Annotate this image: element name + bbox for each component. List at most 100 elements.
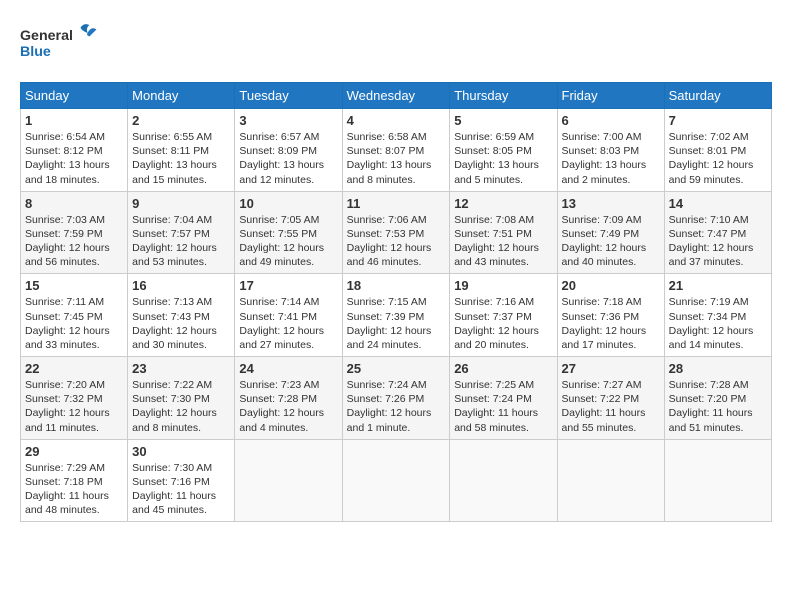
calendar-cell: 16 Sunrise: 7:13 AM Sunset: 7:43 PM Dayl… bbox=[128, 274, 235, 357]
calendar-cell: 2 Sunrise: 6:55 AM Sunset: 8:11 PM Dayli… bbox=[128, 109, 235, 192]
day-info: Sunrise: 7:28 AM Sunset: 7:20 PM Dayligh… bbox=[669, 378, 767, 435]
calendar-body: 1 Sunrise: 6:54 AM Sunset: 8:12 PM Dayli… bbox=[21, 109, 772, 522]
calendar-cell: 28 Sunrise: 7:28 AM Sunset: 7:20 PM Dayl… bbox=[664, 357, 771, 440]
header-thursday: Thursday bbox=[450, 83, 557, 109]
calendar-cell: 9 Sunrise: 7:04 AM Sunset: 7:57 PM Dayli… bbox=[128, 191, 235, 274]
calendar-week-row: 22 Sunrise: 7:20 AM Sunset: 7:32 PM Dayl… bbox=[21, 357, 772, 440]
day-info: Sunrise: 7:23 AM Sunset: 7:28 PM Dayligh… bbox=[239, 378, 337, 435]
day-number: 25 bbox=[347, 361, 446, 376]
day-number: 12 bbox=[454, 196, 552, 211]
day-number: 21 bbox=[669, 278, 767, 293]
day-number: 1 bbox=[25, 113, 123, 128]
day-number: 27 bbox=[562, 361, 660, 376]
day-number: 19 bbox=[454, 278, 552, 293]
calendar-cell: 4 Sunrise: 6:58 AM Sunset: 8:07 PM Dayli… bbox=[342, 109, 450, 192]
day-info: Sunrise: 7:03 AM Sunset: 7:59 PM Dayligh… bbox=[25, 213, 123, 270]
day-info: Sunrise: 7:22 AM Sunset: 7:30 PM Dayligh… bbox=[132, 378, 230, 435]
logo-svg: General Blue bbox=[20, 20, 100, 70]
calendar-cell: 19 Sunrise: 7:16 AM Sunset: 7:37 PM Dayl… bbox=[450, 274, 557, 357]
day-number: 29 bbox=[25, 444, 123, 459]
calendar-cell: 1 Sunrise: 6:54 AM Sunset: 8:12 PM Dayli… bbox=[21, 109, 128, 192]
header-sunday: Sunday bbox=[21, 83, 128, 109]
calendar-cell: 25 Sunrise: 7:24 AM Sunset: 7:26 PM Dayl… bbox=[342, 357, 450, 440]
day-number: 30 bbox=[132, 444, 230, 459]
day-number: 13 bbox=[562, 196, 660, 211]
day-number: 24 bbox=[239, 361, 337, 376]
calendar-cell: 21 Sunrise: 7:19 AM Sunset: 7:34 PM Dayl… bbox=[664, 274, 771, 357]
day-number: 23 bbox=[132, 361, 230, 376]
header-monday: Monday bbox=[128, 83, 235, 109]
calendar-cell: 23 Sunrise: 7:22 AM Sunset: 7:30 PM Dayl… bbox=[128, 357, 235, 440]
day-info: Sunrise: 7:08 AM Sunset: 7:51 PM Dayligh… bbox=[454, 213, 552, 270]
day-number: 26 bbox=[454, 361, 552, 376]
logo: General Blue bbox=[20, 20, 100, 70]
calendar-cell: 11 Sunrise: 7:06 AM Sunset: 7:53 PM Dayl… bbox=[342, 191, 450, 274]
day-info: Sunrise: 7:27 AM Sunset: 7:22 PM Dayligh… bbox=[562, 378, 660, 435]
calendar-cell: 13 Sunrise: 7:09 AM Sunset: 7:49 PM Dayl… bbox=[557, 191, 664, 274]
page: General Blue Sunday Monday Tuesday Wedne… bbox=[0, 0, 792, 532]
day-info: Sunrise: 7:16 AM Sunset: 7:37 PM Dayligh… bbox=[454, 295, 552, 352]
day-info: Sunrise: 7:02 AM Sunset: 8:01 PM Dayligh… bbox=[669, 130, 767, 187]
calendar-week-row: 15 Sunrise: 7:11 AM Sunset: 7:45 PM Dayl… bbox=[21, 274, 772, 357]
day-number: 18 bbox=[347, 278, 446, 293]
calendar-cell: 29 Sunrise: 7:29 AM Sunset: 7:18 PM Dayl… bbox=[21, 439, 128, 522]
calendar-cell bbox=[664, 439, 771, 522]
day-number: 8 bbox=[25, 196, 123, 211]
day-number: 11 bbox=[347, 196, 446, 211]
day-number: 7 bbox=[669, 113, 767, 128]
calendar-cell: 5 Sunrise: 6:59 AM Sunset: 8:05 PM Dayli… bbox=[450, 109, 557, 192]
calendar-cell: 10 Sunrise: 7:05 AM Sunset: 7:55 PM Dayl… bbox=[235, 191, 342, 274]
calendar-week-row: 8 Sunrise: 7:03 AM Sunset: 7:59 PM Dayli… bbox=[21, 191, 772, 274]
calendar-cell: 8 Sunrise: 7:03 AM Sunset: 7:59 PM Dayli… bbox=[21, 191, 128, 274]
day-info: Sunrise: 7:04 AM Sunset: 7:57 PM Dayligh… bbox=[132, 213, 230, 270]
header-friday: Friday bbox=[557, 83, 664, 109]
day-info: Sunrise: 6:59 AM Sunset: 8:05 PM Dayligh… bbox=[454, 130, 552, 187]
svg-text:Blue: Blue bbox=[20, 44, 51, 60]
day-info: Sunrise: 7:20 AM Sunset: 7:32 PM Dayligh… bbox=[25, 378, 123, 435]
calendar-table: Sunday Monday Tuesday Wednesday Thursday… bbox=[20, 82, 772, 522]
calendar-cell bbox=[235, 439, 342, 522]
calendar-cell: 14 Sunrise: 7:10 AM Sunset: 7:47 PM Dayl… bbox=[664, 191, 771, 274]
day-info: Sunrise: 7:05 AM Sunset: 7:55 PM Dayligh… bbox=[239, 213, 337, 270]
day-info: Sunrise: 7:19 AM Sunset: 7:34 PM Dayligh… bbox=[669, 295, 767, 352]
header-tuesday: Tuesday bbox=[235, 83, 342, 109]
day-info: Sunrise: 7:15 AM Sunset: 7:39 PM Dayligh… bbox=[347, 295, 446, 352]
day-info: Sunrise: 7:25 AM Sunset: 7:24 PM Dayligh… bbox=[454, 378, 552, 435]
calendar-cell: 18 Sunrise: 7:15 AM Sunset: 7:39 PM Dayl… bbox=[342, 274, 450, 357]
calendar-cell: 17 Sunrise: 7:14 AM Sunset: 7:41 PM Dayl… bbox=[235, 274, 342, 357]
day-info: Sunrise: 7:24 AM Sunset: 7:26 PM Dayligh… bbox=[347, 378, 446, 435]
calendar-cell: 30 Sunrise: 7:30 AM Sunset: 7:16 PM Dayl… bbox=[128, 439, 235, 522]
calendar-cell: 26 Sunrise: 7:25 AM Sunset: 7:24 PM Dayl… bbox=[450, 357, 557, 440]
day-number: 20 bbox=[562, 278, 660, 293]
day-info: Sunrise: 7:30 AM Sunset: 7:16 PM Dayligh… bbox=[132, 461, 230, 518]
day-info: Sunrise: 7:29 AM Sunset: 7:18 PM Dayligh… bbox=[25, 461, 123, 518]
header-wednesday: Wednesday bbox=[342, 83, 450, 109]
day-number: 15 bbox=[25, 278, 123, 293]
calendar-cell: 12 Sunrise: 7:08 AM Sunset: 7:51 PM Dayl… bbox=[450, 191, 557, 274]
calendar-cell bbox=[342, 439, 450, 522]
calendar-cell: 24 Sunrise: 7:23 AM Sunset: 7:28 PM Dayl… bbox=[235, 357, 342, 440]
calendar-week-row: 29 Sunrise: 7:29 AM Sunset: 7:18 PM Dayl… bbox=[21, 439, 772, 522]
day-number: 14 bbox=[669, 196, 767, 211]
day-info: Sunrise: 7:09 AM Sunset: 7:49 PM Dayligh… bbox=[562, 213, 660, 270]
day-number: 10 bbox=[239, 196, 337, 211]
calendar-cell: 22 Sunrise: 7:20 AM Sunset: 7:32 PM Dayl… bbox=[21, 357, 128, 440]
days-header-row: Sunday Monday Tuesday Wednesday Thursday… bbox=[21, 83, 772, 109]
day-info: Sunrise: 7:11 AM Sunset: 7:45 PM Dayligh… bbox=[25, 295, 123, 352]
calendar-cell: 6 Sunrise: 7:00 AM Sunset: 8:03 PM Dayli… bbox=[557, 109, 664, 192]
day-number: 6 bbox=[562, 113, 660, 128]
calendar-cell: 27 Sunrise: 7:27 AM Sunset: 7:22 PM Dayl… bbox=[557, 357, 664, 440]
header-saturday: Saturday bbox=[664, 83, 771, 109]
day-info: Sunrise: 6:54 AM Sunset: 8:12 PM Dayligh… bbox=[25, 130, 123, 187]
day-info: Sunrise: 7:10 AM Sunset: 7:47 PM Dayligh… bbox=[669, 213, 767, 270]
day-number: 4 bbox=[347, 113, 446, 128]
header: General Blue bbox=[20, 20, 772, 70]
day-info: Sunrise: 6:57 AM Sunset: 8:09 PM Dayligh… bbox=[239, 130, 337, 187]
calendar-week-row: 1 Sunrise: 6:54 AM Sunset: 8:12 PM Dayli… bbox=[21, 109, 772, 192]
day-number: 3 bbox=[239, 113, 337, 128]
day-info: Sunrise: 7:06 AM Sunset: 7:53 PM Dayligh… bbox=[347, 213, 446, 270]
day-info: Sunrise: 7:00 AM Sunset: 8:03 PM Dayligh… bbox=[562, 130, 660, 187]
day-number: 28 bbox=[669, 361, 767, 376]
day-info: Sunrise: 7:13 AM Sunset: 7:43 PM Dayligh… bbox=[132, 295, 230, 352]
calendar-cell: 20 Sunrise: 7:18 AM Sunset: 7:36 PM Dayl… bbox=[557, 274, 664, 357]
